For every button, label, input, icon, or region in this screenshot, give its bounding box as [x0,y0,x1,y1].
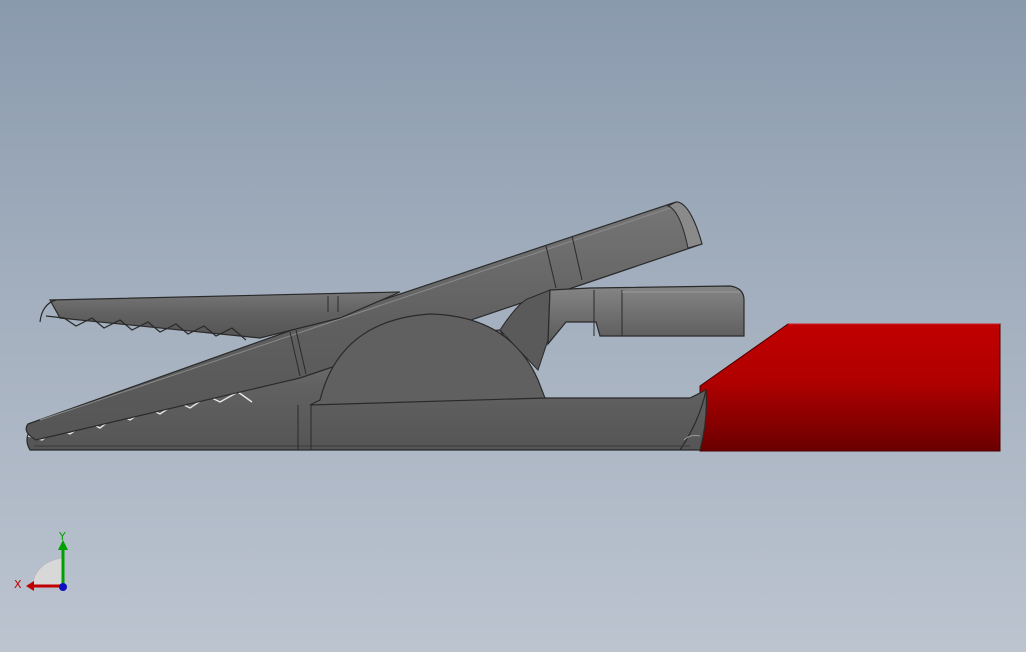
rear-handle-tab[interactable] [547,285,745,346]
triad-plane-shape [31,557,63,587]
graphics-viewport[interactable]: Y X [0,0,1026,652]
x-axis-label: X [14,578,22,591]
y-axis-label: Y [58,530,66,543]
insulator-sleeve[interactable] [699,323,1001,452]
alligator-clip-model[interactable] [0,0,1026,652]
z-axis-dot [59,583,67,591]
orientation-triad[interactable]: Y X [12,528,76,598]
